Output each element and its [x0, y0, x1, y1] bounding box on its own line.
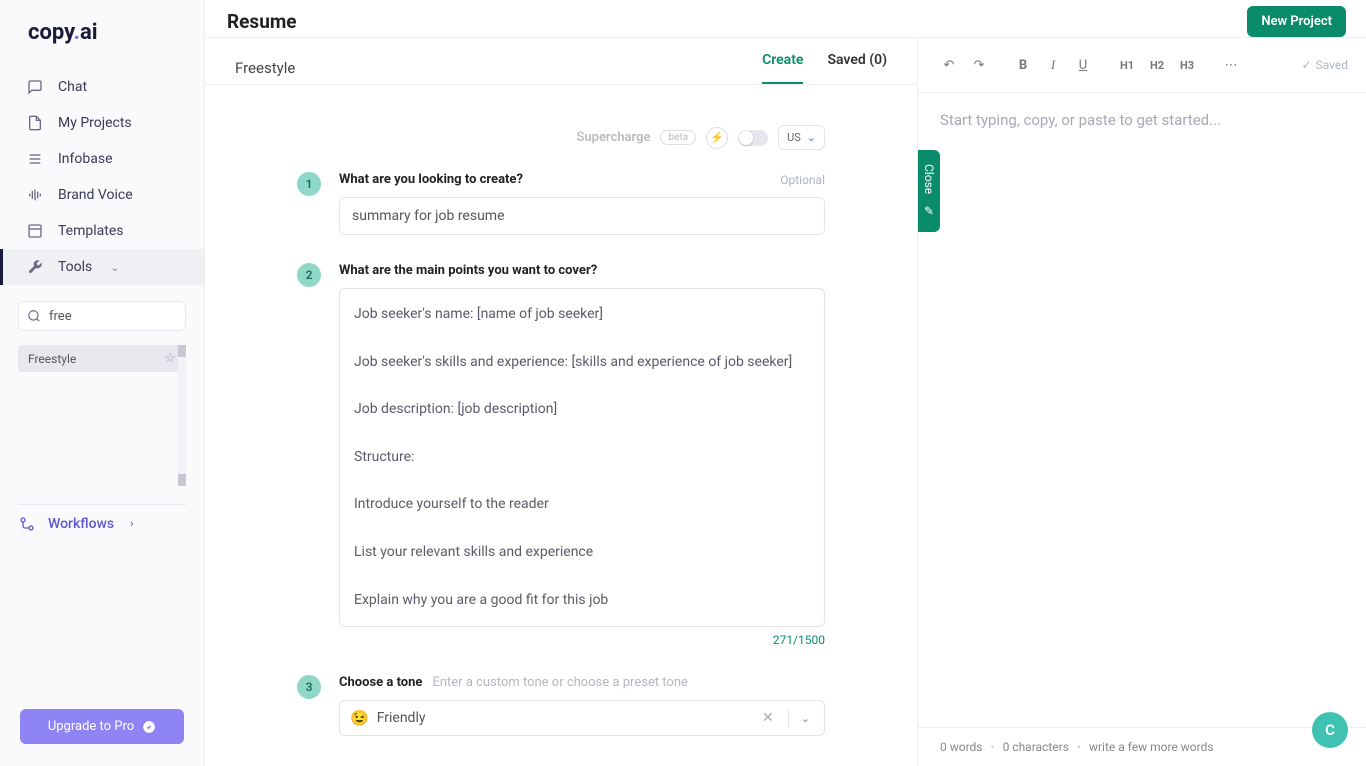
- step1-input[interactable]: [339, 197, 825, 235]
- step-1: 1 What are you looking to create? Option…: [281, 172, 841, 235]
- wrench-icon: [26, 258, 44, 276]
- nav-label: Tools: [58, 259, 92, 275]
- step-3: 3 Choose a tone Enter a custom tone or c…: [281, 675, 841, 736]
- bold-icon[interactable]: B: [1010, 52, 1036, 78]
- search-results: Freestyle ☆: [18, 345, 186, 486]
- check-icon: ✓: [1302, 58, 1312, 72]
- more-icon[interactable]: ⋯: [1218, 52, 1244, 78]
- database-icon: [26, 150, 44, 168]
- nav-label: Chat: [58, 79, 87, 95]
- workflows-icon: [18, 515, 36, 533]
- nav-infobase[interactable]: Infobase: [0, 141, 204, 177]
- scrollbar-track[interactable]: [178, 345, 186, 486]
- pencil-icon: ✎: [922, 204, 936, 218]
- bolt-icon: ⚡: [706, 127, 728, 149]
- char-count: 271/1500: [339, 633, 825, 647]
- underline-icon[interactable]: U: [1070, 52, 1096, 78]
- result-freestyle[interactable]: Freestyle ☆: [18, 345, 186, 372]
- nav-workflows[interactable]: Workflows ›: [18, 504, 186, 543]
- templates-icon: [26, 222, 44, 240]
- sidebar-search[interactable]: [18, 301, 186, 331]
- tone-name: Friendly: [377, 710, 748, 726]
- step2-textarea[interactable]: Job seeker's name: [name of job seeker] …: [339, 288, 825, 627]
- sidebar: copy.ai Chat My Projects Infobase Brand …: [0, 0, 205, 766]
- h1-icon[interactable]: H1: [1114, 52, 1140, 78]
- undo-icon[interactable]: ↶: [936, 52, 962, 78]
- form-panel: Freestyle Create Saved (0) Supercharge b…: [205, 37, 918, 766]
- main-nav: Chat My Projects Infobase Brand Voice Te…: [0, 61, 204, 293]
- star-icon[interactable]: ☆: [164, 351, 176, 366]
- tone-hint: Enter a custom tone or choose a preset t…: [432, 675, 687, 690]
- tab-saved[interactable]: Saved (0): [827, 52, 887, 84]
- tab-header: Freestyle Create Saved (0): [205, 37, 917, 85]
- template-name: Freestyle: [235, 59, 295, 77]
- word-count: 0 words: [940, 740, 983, 754]
- supercharge-label: Supercharge: [576, 130, 650, 145]
- h2-icon[interactable]: H2: [1144, 52, 1170, 78]
- editor-panel: ↶ ↷ B I U H1 H2 H3 ⋯ ✓ Saved Start typin…: [918, 37, 1366, 766]
- editor-status: 0 words • 0 characters • write a few mor…: [918, 727, 1366, 766]
- search-icon: [27, 307, 41, 325]
- scrollbar-down[interactable]: [178, 474, 186, 486]
- nav-label: Templates: [58, 223, 124, 239]
- beta-pill: beta: [660, 130, 696, 145]
- nav-tools[interactable]: Tools ⌄: [0, 249, 204, 285]
- nav-templates[interactable]: Templates: [0, 213, 204, 249]
- topbar: Resume New Project: [205, 0, 1366, 37]
- nav-my-projects[interactable]: My Projects: [0, 105, 204, 141]
- step-label: What are the main points you want to cov…: [339, 263, 597, 278]
- nav-chat[interactable]: Chat: [0, 69, 204, 105]
- step-2: 2 What are the main points you want to c…: [281, 263, 841, 647]
- saved-indicator: ✓ Saved: [1302, 58, 1349, 72]
- supercharge-toggle[interactable]: [738, 130, 768, 146]
- form-tabs: Create Saved (0): [762, 52, 887, 84]
- verified-icon: [142, 720, 156, 734]
- tone-emoji: 😉: [350, 709, 369, 727]
- upgrade-button[interactable]: Upgrade to Pro: [20, 709, 184, 744]
- language-select[interactable]: us ⌄: [778, 125, 825, 150]
- optional-tag: Optional: [780, 173, 825, 187]
- editor-toolbar: ↶ ↷ B I U H1 H2 H3 ⋯ ✓ Saved: [918, 37, 1366, 93]
- chevron-down-icon: ⌄: [807, 131, 816, 144]
- tab-create[interactable]: Create: [762, 52, 803, 84]
- close-panel-button[interactable]: Close ✎: [918, 150, 940, 232]
- step-number: 1: [297, 172, 321, 196]
- logo[interactable]: copy.ai: [0, 0, 204, 61]
- search-input[interactable]: [49, 309, 215, 324]
- tone-select[interactable]: 😉 Friendly ✕ ⌄: [339, 700, 825, 736]
- nav-brand-voice[interactable]: Brand Voice: [0, 177, 204, 213]
- form-top-controls: Supercharge beta ⚡ us ⌄: [281, 125, 841, 150]
- nav-label: Infobase: [58, 151, 113, 167]
- redo-icon[interactable]: ↷: [966, 52, 992, 78]
- nav-label: My Projects: [58, 115, 132, 131]
- nav-label: Brand Voice: [58, 187, 133, 203]
- clear-tone-icon[interactable]: ✕: [756, 710, 780, 726]
- main-area: Resume New Project Freestyle Create Save…: [205, 0, 1366, 766]
- avatar[interactable]: C: [1312, 712, 1348, 748]
- result-label: Freestyle: [28, 352, 76, 366]
- h3-icon[interactable]: H3: [1174, 52, 1200, 78]
- chat-icon: [26, 78, 44, 96]
- char-count: 0 characters: [1003, 740, 1069, 754]
- status-hint: write a few more words: [1089, 740, 1214, 754]
- step-label: Choose a tone: [339, 675, 422, 690]
- scrollbar-up[interactable]: [178, 345, 186, 357]
- chevron-down-icon: ⌄: [110, 261, 119, 274]
- document-icon: [26, 114, 44, 132]
- step-number: 2: [297, 263, 321, 287]
- chevron-down-icon[interactable]: ⌄: [797, 712, 814, 725]
- workflows-label: Workflows: [48, 516, 114, 532]
- voice-icon: [26, 186, 44, 204]
- step-label: What are you looking to create?: [339, 172, 523, 187]
- editor-body[interactable]: Start typing, copy, or paste to get star…: [918, 93, 1366, 727]
- step-number: 3: [297, 675, 321, 699]
- italic-icon[interactable]: I: [1040, 52, 1066, 78]
- page-title: Resume: [227, 10, 297, 33]
- chevron-right-icon: ›: [130, 517, 133, 530]
- new-project-button[interactable]: New Project: [1247, 6, 1346, 37]
